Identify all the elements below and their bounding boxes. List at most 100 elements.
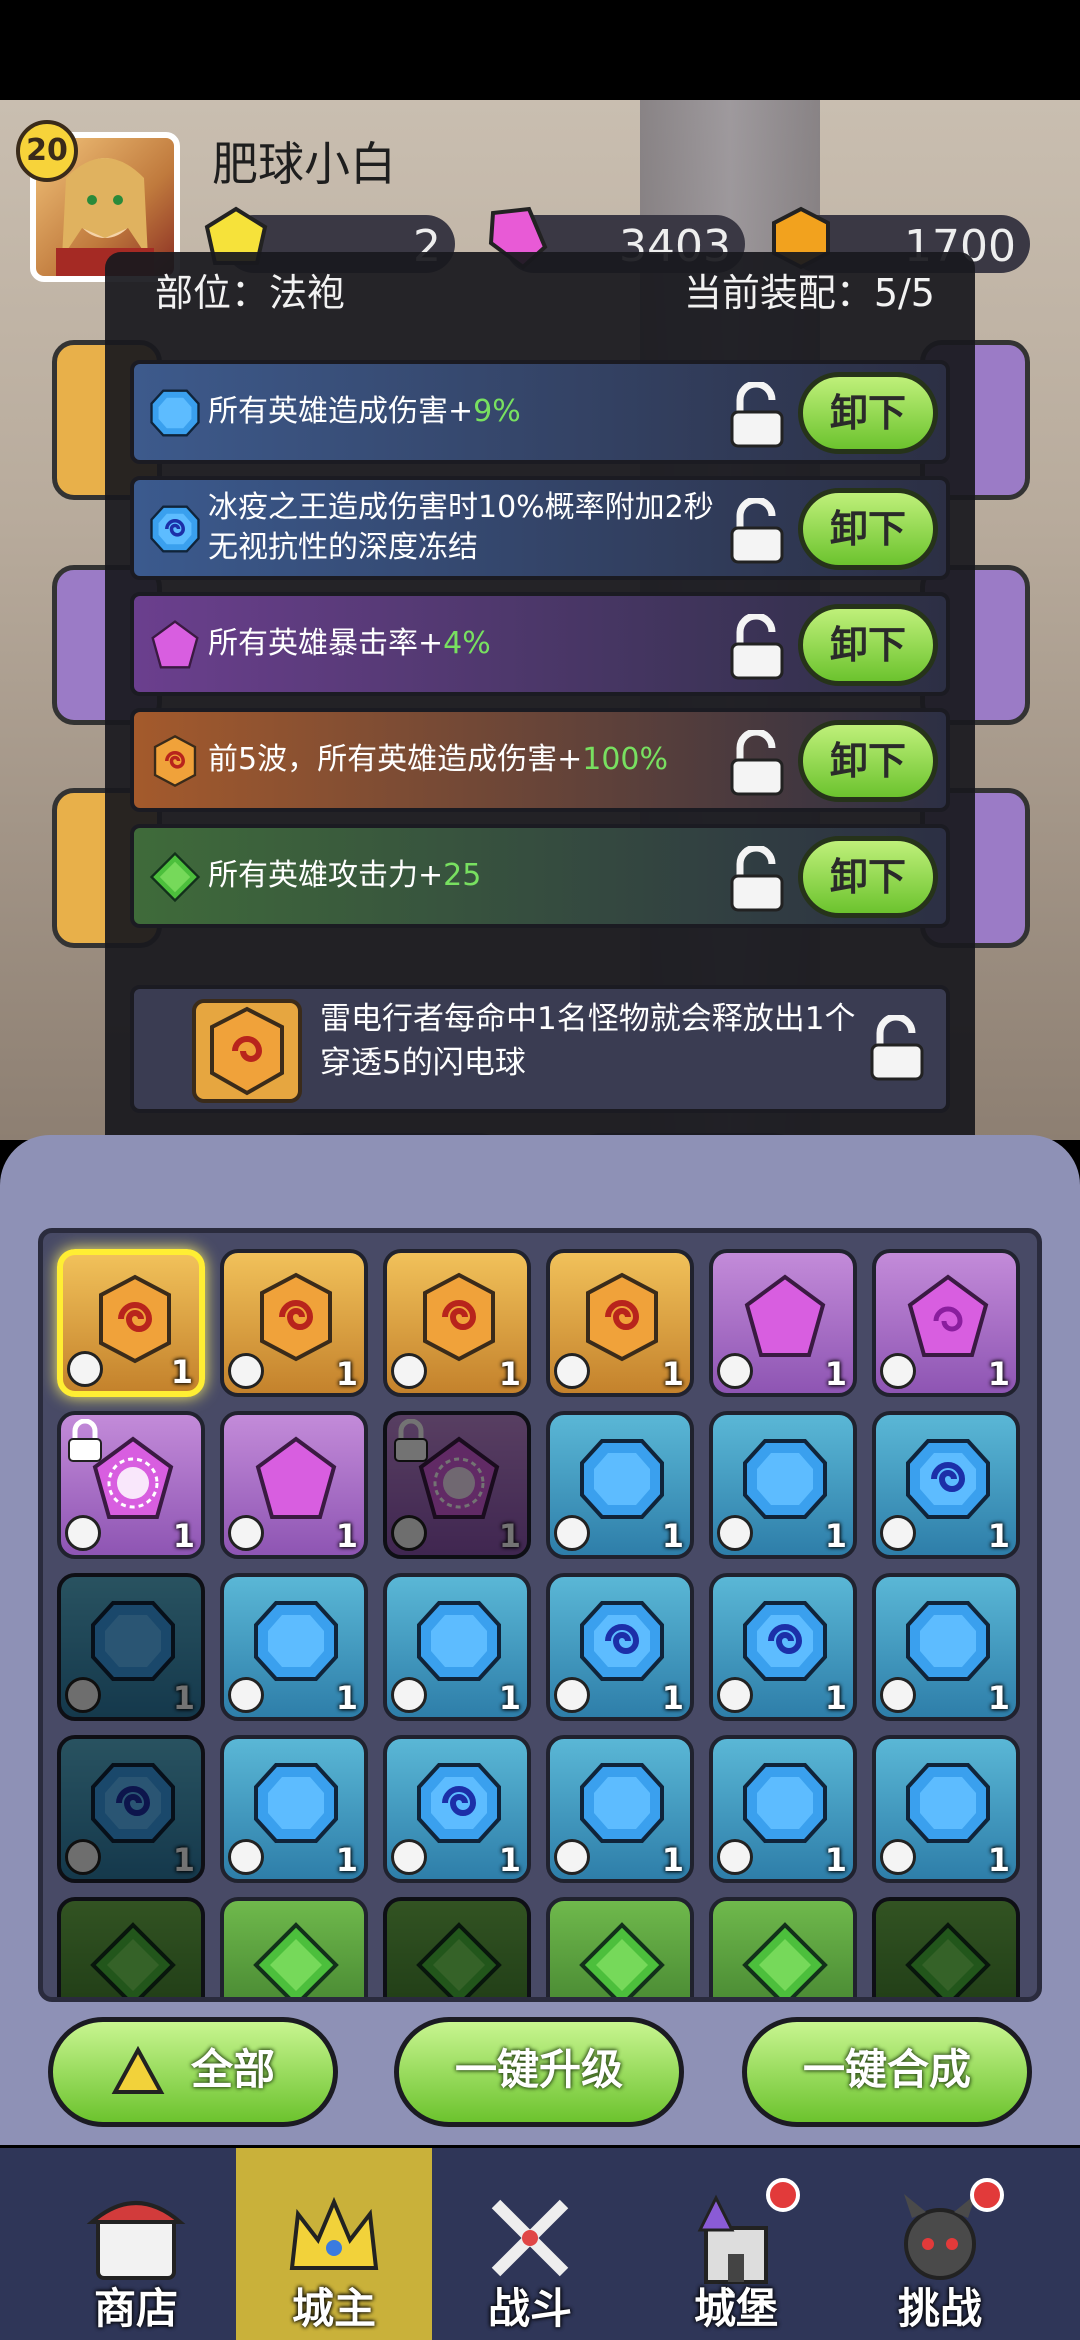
green-gem-icon bbox=[149, 851, 201, 903]
gem-count: 1 bbox=[498, 1517, 521, 1555]
affix-text: 前5波，所有英雄造成伤害+100% bbox=[208, 712, 728, 808]
filter-all-button[interactable]: 全部 bbox=[48, 2017, 338, 2127]
unlock-icon[interactable] bbox=[726, 614, 788, 680]
affix-value: 25 bbox=[443, 858, 482, 893]
gem-cell[interactable]: 1 bbox=[546, 1411, 694, 1559]
purple-gem-icon bbox=[744, 1274, 826, 1357]
gem-cell[interactable]: 1 bbox=[57, 1411, 205, 1559]
nav-item-1[interactable]: 商店 bbox=[38, 2148, 234, 2340]
triangle-filter-icon bbox=[111, 2046, 165, 2094]
gem-count: 1 bbox=[172, 1841, 195, 1879]
blue-gem-icon bbox=[580, 1763, 664, 1843]
rune-thumbnail[interactable] bbox=[192, 999, 302, 1103]
nav-item-4[interactable]: 城堡 bbox=[638, 2148, 834, 2340]
gem-cell[interactable]: 1 bbox=[57, 1573, 205, 1721]
equip-slot-type-icon bbox=[65, 1677, 101, 1713]
gem-cell[interactable]: 1 bbox=[872, 1249, 1020, 1397]
popup-part-label: 部位：法袍 bbox=[155, 271, 346, 315]
gem-count: 1 bbox=[661, 1355, 684, 1393]
blue-gem-icon bbox=[254, 1763, 338, 1843]
equip-slot-type-icon bbox=[717, 2001, 753, 2002]
equip-slot-type-icon bbox=[717, 1677, 753, 1713]
unlock-icon[interactable] bbox=[866, 1015, 928, 1081]
gem-cell[interactable]: 1 bbox=[546, 1249, 694, 1397]
gem-count: 1 bbox=[498, 1679, 521, 1717]
unlock-icon[interactable] bbox=[726, 498, 788, 564]
equip-slot-type-icon bbox=[391, 2001, 427, 2002]
green-gem-icon bbox=[416, 1922, 502, 1997]
gem-cell[interactable]: 1 bbox=[709, 1249, 857, 1397]
gem-cell[interactable]: 1 bbox=[546, 1735, 694, 1883]
gem-cell[interactable] bbox=[546, 1897, 694, 1997]
gem-count: 1 bbox=[661, 1517, 684, 1555]
nav-item-5[interactable]: 挑战 bbox=[842, 2148, 1038, 2340]
nav-label: 城主 bbox=[291, 2284, 376, 2333]
gem-cell[interactable]: 1 bbox=[383, 1735, 531, 1883]
unequip-button[interactable]: 卸下 bbox=[798, 604, 938, 686]
gem-cell[interactable]: 1 bbox=[220, 1573, 368, 1721]
equip-slot-type-icon bbox=[65, 2001, 101, 2002]
gem-count: 1 bbox=[335, 1355, 358, 1393]
merge-all-button[interactable]: 一键合成 bbox=[742, 2017, 1032, 2127]
gem-cell[interactable]: 1 bbox=[220, 1411, 368, 1559]
unequip-button[interactable]: 卸下 bbox=[798, 488, 938, 570]
equip-slot-type-icon bbox=[391, 1353, 427, 1389]
equip-slot-type-icon bbox=[391, 1515, 427, 1551]
blue-gem-icon bbox=[150, 389, 200, 437]
affix-desc-text: 所有英雄造成伤害+ bbox=[208, 394, 474, 429]
green-gem-icon bbox=[90, 1922, 176, 1997]
affix-description: 冰疫之王造成伤害时10%概率附加2秒无视抗性的深度冻结 bbox=[208, 488, 728, 568]
gem-cell[interactable]: 1 bbox=[872, 1573, 1020, 1721]
player-name: 肥球小白 bbox=[212, 137, 396, 191]
blue-gem-icon bbox=[743, 1439, 827, 1519]
gem-cell[interactable]: 1 bbox=[709, 1411, 857, 1559]
gem-cell[interactable]: 1 bbox=[57, 1249, 205, 1397]
affix-row: 所有英雄造成伤害+9% 卸下 bbox=[130, 360, 950, 464]
gem-cell[interactable] bbox=[383, 1897, 531, 2002]
blue-swirl-gem-icon bbox=[743, 1601, 827, 1681]
gem-count: 1 bbox=[987, 1517, 1010, 1555]
rune-effect-box: 雷电行者每命中1名怪物就会释放出1个穿透5的闪电球 bbox=[130, 985, 950, 1113]
gem-count: 1 bbox=[987, 1679, 1010, 1717]
unlock-icon[interactable] bbox=[726, 730, 788, 796]
gem-count: 1 bbox=[172, 1517, 195, 1555]
gem-cell[interactable] bbox=[872, 1897, 1020, 2002]
gem-cell[interactable]: 1 bbox=[546, 1573, 694, 1721]
blue-gem-icon bbox=[906, 1601, 990, 1681]
gem-cell[interactable]: 1 bbox=[709, 1573, 857, 1721]
gem-cell[interactable]: 1 bbox=[220, 1249, 368, 1397]
affix-desc-text: 所有英雄暴击率+ bbox=[208, 626, 444, 661]
equip-slot-type-icon bbox=[880, 2001, 916, 2002]
unlock-icon[interactable] bbox=[726, 382, 788, 448]
unequip-button[interactable]: 卸下 bbox=[798, 836, 938, 918]
gem-cell[interactable]: 1 bbox=[383, 1249, 531, 1397]
gem-cell[interactable]: 1 bbox=[220, 1735, 368, 1883]
unlock-icon[interactable] bbox=[726, 846, 788, 912]
blue-swirl-gem-icon bbox=[150, 505, 200, 553]
gem-cell[interactable] bbox=[57, 1897, 205, 2002]
gem-cell[interactable]: 1 bbox=[709, 1735, 857, 1883]
gem-cell[interactable]: 1 bbox=[383, 1411, 531, 1559]
gem-count: 1 bbox=[172, 1679, 195, 1717]
nav-item-2[interactable]: 城主 bbox=[236, 2148, 432, 2340]
gem-cell[interactable] bbox=[709, 1897, 857, 2002]
gem-cell[interactable]: 1 bbox=[872, 1411, 1020, 1559]
unequip-button[interactable]: 卸下 bbox=[798, 372, 938, 454]
purple-gem-icon bbox=[255, 1436, 337, 1519]
gem-cell[interactable] bbox=[220, 1897, 368, 1997]
orange-rune-gem-icon bbox=[586, 1272, 658, 1362]
purple-gem-icon bbox=[151, 620, 199, 669]
equip-slot-type-icon bbox=[717, 1353, 753, 1389]
green-gem-icon bbox=[253, 1922, 339, 1997]
gem-cell[interactable]: 1 bbox=[383, 1573, 531, 1721]
gem-count: 1 bbox=[661, 1679, 684, 1717]
gem-cell[interactable]: 1 bbox=[57, 1735, 205, 1883]
orange-rune-gem-icon bbox=[99, 1274, 171, 1364]
nav-label: 战斗 bbox=[487, 2284, 572, 2333]
affix-row: 所有英雄攻击力+25 卸下 bbox=[130, 824, 950, 928]
upgrade-all-button[interactable]: 一键升级 bbox=[394, 2017, 684, 2127]
nav-item-3[interactable]: 战斗 bbox=[432, 2148, 628, 2340]
gem-inventory-grid[interactable]: 1 1 1 1 1 1 1 1 1 1 1 1 1 1 1 1 1 1 1 1 1 1 1 1 bbox=[38, 1228, 1042, 2002]
unequip-button[interactable]: 卸下 bbox=[798, 720, 938, 802]
gem-cell[interactable]: 1 bbox=[872, 1735, 1020, 1883]
